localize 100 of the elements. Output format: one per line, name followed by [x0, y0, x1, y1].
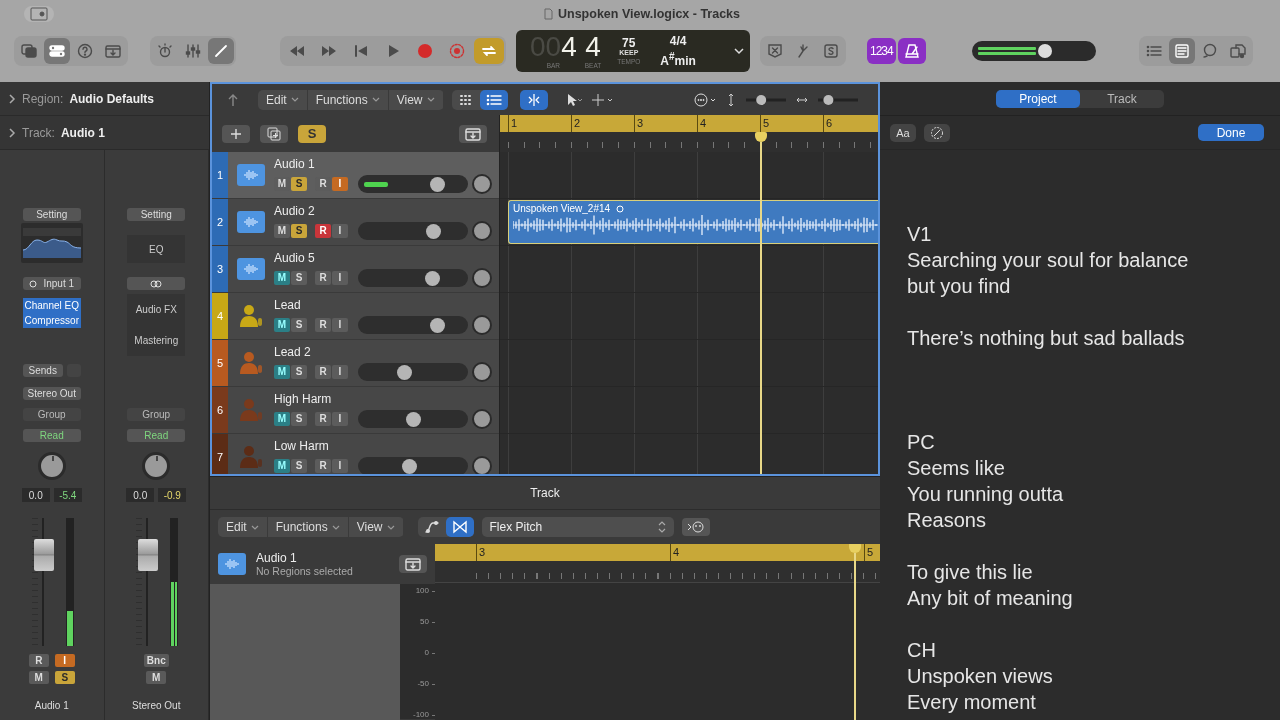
bounce-button[interactable]: Bnc — [143, 654, 169, 667]
zoom-thumb[interactable] — [822, 94, 833, 105]
mute-button[interactable]: M — [274, 411, 290, 426]
solo-button[interactable]: S — [54, 671, 75, 684]
track-header[interactable]: Audio 1 M S R I — [228, 152, 499, 198]
eq-slot[interactable]: EQ — [127, 235, 186, 263]
cycle-button[interactable] — [474, 38, 504, 64]
sidebar-icon[interactable] — [24, 6, 54, 22]
mute-button[interactable]: M — [274, 317, 290, 332]
bar-ruler[interactable]: 3 4 5 — [435, 544, 880, 561]
pan-knob[interactable] — [472, 220, 492, 241]
volume-thumb[interactable] — [406, 411, 421, 427]
playhead[interactable] — [848, 544, 862, 720]
volume-slider[interactable] — [358, 409, 468, 428]
chevron-down-icon[interactable] — [734, 47, 744, 55]
playhead[interactable] — [754, 132, 768, 474]
pan-knob[interactable] — [472, 455, 492, 474]
track-header[interactable]: Lead 2 M S R I — [228, 340, 499, 386]
mute-button[interactable]: M — [274, 223, 290, 238]
global-solo-button[interactable]: S — [298, 124, 326, 143]
back-arrow-icon[interactable] — [226, 92, 240, 107]
mute-button[interactable]: M — [274, 364, 290, 379]
input-monitor-button[interactable]: I — [332, 411, 348, 426]
volume-thumb[interactable] — [401, 458, 417, 474]
solo-button[interactable]: S — [291, 458, 307, 473]
pan-knob[interactable] — [472, 173, 492, 194]
pan-knob[interactable] — [37, 452, 66, 480]
disclosure-icon[interactable] — [8, 127, 16, 138]
setting-button[interactable]: Setting — [127, 208, 186, 221]
pan-knob[interactable] — [472, 361, 492, 382]
input-monitor-button[interactable]: I — [54, 654, 75, 667]
more-options-icon[interactable] — [693, 92, 718, 107]
pointer-tool-icon[interactable] — [565, 92, 584, 107]
disclosure-icon[interactable] — [8, 93, 16, 104]
notes-text[interactable]: V1 Searching your soul for balance but you find There’s nothing but sad ballads PC Seems like You running outta Reasons To give this lie Any bit of meaning CH Unspoken views Every moment — [880, 150, 1280, 715]
pan-knob[interactable] — [142, 452, 171, 480]
done-button[interactable]: Done — [1198, 124, 1264, 141]
volume-thumb[interactable] — [430, 176, 446, 192]
volume-thumb[interactable] — [1037, 44, 1052, 58]
notes-tab[interactable]: Track — [1080, 89, 1164, 108]
solo-button[interactable]: S — [291, 317, 307, 332]
menu-button[interactable]: Functions — [307, 89, 389, 110]
catch-playhead-button[interactable] — [519, 89, 548, 110]
horizontal-zoom-slider[interactable] — [815, 93, 860, 106]
catch-button[interactable] — [459, 124, 487, 143]
track-header[interactable]: Low Harm M S R I — [228, 434, 499, 474]
solo-button[interactable]: S — [291, 364, 307, 379]
record-enable-button[interactable]: R — [315, 317, 331, 332]
mute-button[interactable]: M — [146, 671, 167, 684]
eq-curve-drawing[interactable] — [20, 223, 83, 263]
pan-knob[interactable] — [472, 267, 492, 288]
add-track-button[interactable] — [222, 124, 250, 143]
track-header[interactable]: Audio 2 M S R I — [228, 199, 499, 245]
catch-button[interactable] — [399, 555, 427, 573]
notes-button[interactable] — [1168, 38, 1195, 64]
fader-cap[interactable] — [33, 539, 54, 572]
automation-mode-button[interactable]: Read — [22, 429, 81, 442]
sends-button[interactable]: Sends — [22, 364, 63, 377]
edit-mode-button[interactable] — [924, 123, 950, 142]
bar-ruler[interactable]: 1 2 3 4 5 6 — [500, 115, 878, 132]
input-monitor-button[interactable]: I — [332, 223, 348, 238]
vertical-zoom-slider[interactable] — [743, 93, 788, 106]
metronome-button[interactable] — [897, 38, 926, 64]
volume-slider[interactable] — [358, 456, 468, 474]
track-header[interactable]: Audio 5 M S R I — [228, 246, 499, 292]
audio-fx-slot[interactable]: Audio FX Mastering — [127, 294, 186, 356]
crosshair-tool-icon[interactable] — [591, 92, 614, 107]
midi-in-button[interactable] — [681, 518, 710, 536]
group-button[interactable]: Group — [127, 408, 186, 421]
input-monitor-button[interactable]: I — [332, 176, 348, 191]
setting-button[interactable]: Setting — [22, 208, 81, 221]
fader-cap[interactable] — [138, 539, 159, 572]
track-header[interactable]: Lead M S R I — [228, 293, 499, 339]
master-volume-slider[interactable] — [971, 41, 1096, 61]
record-enable-button[interactable]: R — [315, 270, 331, 285]
mute-button[interactable]: M — [28, 671, 49, 684]
record-enable-button[interactable]: R — [315, 223, 331, 238]
group-button[interactable]: Group — [22, 408, 81, 421]
mute-button[interactable]: M — [274, 458, 290, 473]
automation-mode-button[interactable]: Read — [127, 429, 186, 442]
count-in-button[interactable]: 1234 — [867, 38, 896, 64]
plugin-slot[interactable]: Channel EQ — [22, 298, 81, 313]
input-button[interactable]: Input 1 — [22, 277, 81, 290]
audio-region[interactable]: Unspoken View_2#14 — [508, 200, 878, 244]
menu-button[interactable]: View — [388, 89, 444, 110]
input-monitor-button[interactable]: I — [332, 317, 348, 332]
mute-button[interactable]: M — [274, 270, 290, 285]
notes-tab[interactable]: Project — [996, 89, 1080, 108]
record-enable-button[interactable]: R — [28, 654, 49, 667]
output-button[interactable]: Stereo Out — [22, 387, 81, 400]
volume-thumb[interactable] — [425, 223, 441, 239]
volume-slider[interactable] — [358, 315, 468, 334]
volume-slider[interactable] — [358, 221, 468, 240]
solo-button[interactable]: S — [291, 223, 307, 238]
menu-button[interactable]: Edit — [218, 517, 268, 537]
volume-thumb[interactable] — [430, 317, 446, 333]
volume-slider[interactable] — [358, 268, 468, 287]
input-monitor-button[interactable]: I — [332, 270, 348, 285]
inspector-button[interactable] — [44, 38, 70, 64]
editors-button[interactable] — [208, 38, 234, 64]
